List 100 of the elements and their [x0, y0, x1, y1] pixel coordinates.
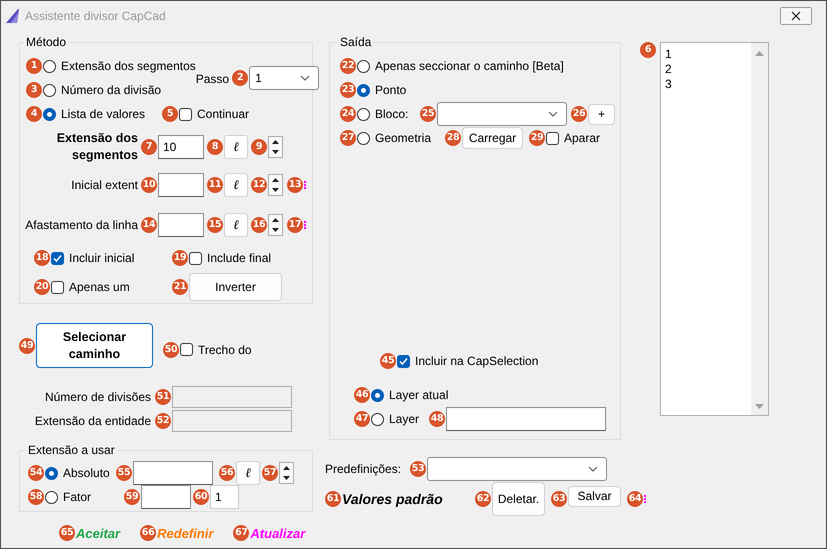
group-title: Extensão a usar — [27, 443, 116, 457]
unit-button[interactable]: ℓ — [236, 461, 260, 485]
up-arrow-icon — [272, 218, 279, 222]
radio-button[interactable] — [357, 60, 370, 72]
checkbox-option[interactable]: Incluir na CapSelection — [397, 351, 538, 371]
radio-button[interactable] — [45, 466, 58, 480]
radio-button[interactable] — [357, 84, 370, 96]
number-badge: 53 — [410, 460, 426, 476]
up-arrow-icon — [272, 178, 279, 182]
radio-button[interactable] — [43, 84, 56, 96]
number-badge: 2 — [232, 70, 248, 86]
number-badge: 14 — [141, 217, 157, 233]
list-box[interactable]: 1 2 3 — [660, 42, 769, 416]
number-badge: 19 — [172, 250, 188, 266]
number-badge: 45 — [380, 353, 396, 369]
list-item[interactable]: 1 — [665, 47, 747, 62]
checkbox-option[interactable]: Continuar — [179, 104, 250, 124]
radio-button[interactable] — [357, 132, 370, 144]
radio-option[interactable]: Extensão dos segmentos — [43, 56, 196, 76]
checkbox[interactable] — [51, 252, 64, 264]
checkbox-option[interactable]: Incluir inicial — [51, 248, 134, 268]
add-button[interactable]: + — [588, 104, 615, 124]
save-button[interactable]: Salvar — [568, 486, 621, 506]
number-badge: 3 — [26, 82, 42, 98]
down-arrow-icon — [283, 476, 290, 480]
radio-button[interactable] — [45, 490, 58, 504]
chevron-down-icon — [300, 75, 310, 81]
checkbox[interactable] — [51, 280, 64, 294]
checkbox-option[interactable]: Apenas um — [51, 277, 130, 297]
number-badge: 47 — [354, 411, 370, 427]
field-label: Passo — [196, 72, 230, 86]
list-item[interactable]: 2 — [665, 62, 747, 77]
number-badge: 27 — [340, 130, 356, 146]
number-badge: 16 — [251, 217, 267, 233]
close-button[interactable] — [780, 6, 812, 24]
radio-option[interactable]: Fator — [45, 487, 92, 507]
unit-button[interactable]: ℓ — [224, 213, 248, 237]
checkbox-option[interactable]: Include final — [189, 248, 272, 268]
radio-button[interactable] — [43, 108, 56, 120]
checkbox[interactable] — [397, 354, 410, 368]
radio-button[interactable] — [43, 60, 56, 72]
number-badge: 52 — [155, 413, 171, 429]
invert-button[interactable]: Inverter — [189, 273, 282, 301]
radio-button[interactable] — [371, 412, 384, 426]
checkbox[interactable] — [189, 252, 202, 264]
number-badge: 65 — [59, 525, 75, 541]
checkbox-option[interactable]: Aparar — [546, 128, 600, 148]
input-field[interactable] — [158, 213, 204, 237]
group-title: Método — [25, 35, 68, 49]
input-field[interactable] — [446, 407, 606, 431]
field-label: Predefinições: — [325, 462, 402, 476]
spin-button[interactable] — [268, 136, 283, 158]
number-badge: 67 — [233, 525, 250, 541]
unit-button[interactable]: ℓ — [224, 135, 248, 159]
close-icon — [791, 10, 801, 20]
field-label: Inicial extent — [71, 178, 138, 192]
number-badge: 46 — [354, 387, 370, 403]
number-badge: 11 — [207, 177, 223, 193]
spin-button[interactable] — [268, 174, 283, 196]
number-badge: 10 — [141, 177, 157, 193]
radio-option[interactable]: Layer — [371, 409, 420, 429]
select-path-button[interactable]: Selecionar caminho — [36, 323, 153, 368]
radio-button[interactable] — [357, 108, 370, 120]
radio-option[interactable]: Apenas seccionar o caminho [Beta] — [357, 56, 564, 76]
down-arrow-icon — [272, 188, 279, 192]
input-field[interactable] — [133, 461, 213, 485]
number-badge: 60 — [193, 489, 209, 505]
checkbox-option[interactable]: Trecho do — [180, 340, 252, 360]
delete-button[interactable]: Deletar. — [492, 482, 545, 516]
down-arrow-icon — [272, 150, 279, 154]
spin-button[interactable] — [268, 214, 283, 236]
checkbox[interactable] — [180, 343, 193, 356]
dropdown[interactable] — [437, 102, 567, 126]
number-badge: 17 — [287, 217, 303, 233]
scrollbar[interactable] — [751, 43, 768, 415]
radio-option[interactable]: Número da divisão — [43, 80, 162, 100]
input-field[interactable]: 10 — [158, 135, 204, 159]
window-title: Assistente divisor CapCad — [25, 8, 166, 22]
radio-option[interactable]: Geometria — [357, 128, 432, 148]
input-field[interactable] — [158, 173, 204, 197]
dropdown[interactable]: 1 — [249, 66, 320, 90]
down-arrow-icon — [755, 404, 764, 409]
number-badge: 1 — [26, 58, 42, 74]
dropdown[interactable] — [427, 456, 607, 480]
spin-button[interactable] — [279, 462, 294, 484]
number-badge: 12 — [251, 177, 267, 193]
number-badge: 15 — [207, 217, 223, 233]
checkbox[interactable] — [179, 108, 192, 120]
field-label: Afastamento da linha — [25, 218, 138, 232]
input-field[interactable] — [141, 485, 191, 509]
load-button[interactable]: Carregar — [462, 127, 523, 149]
unit-button[interactable]: ℓ — [224, 173, 248, 197]
input-field[interactable]: 1 — [210, 485, 239, 509]
field-label: Extensão dos segmentos — [56, 130, 138, 164]
list-item[interactable]: 3 — [665, 77, 747, 92]
radio-button[interactable] — [371, 388, 384, 402]
field-label: Extensão da entidade — [34, 414, 151, 428]
radio-option[interactable]: Bloco: — [357, 104, 408, 124]
number-badge: 51 — [155, 389, 171, 405]
checkbox[interactable] — [546, 132, 559, 144]
